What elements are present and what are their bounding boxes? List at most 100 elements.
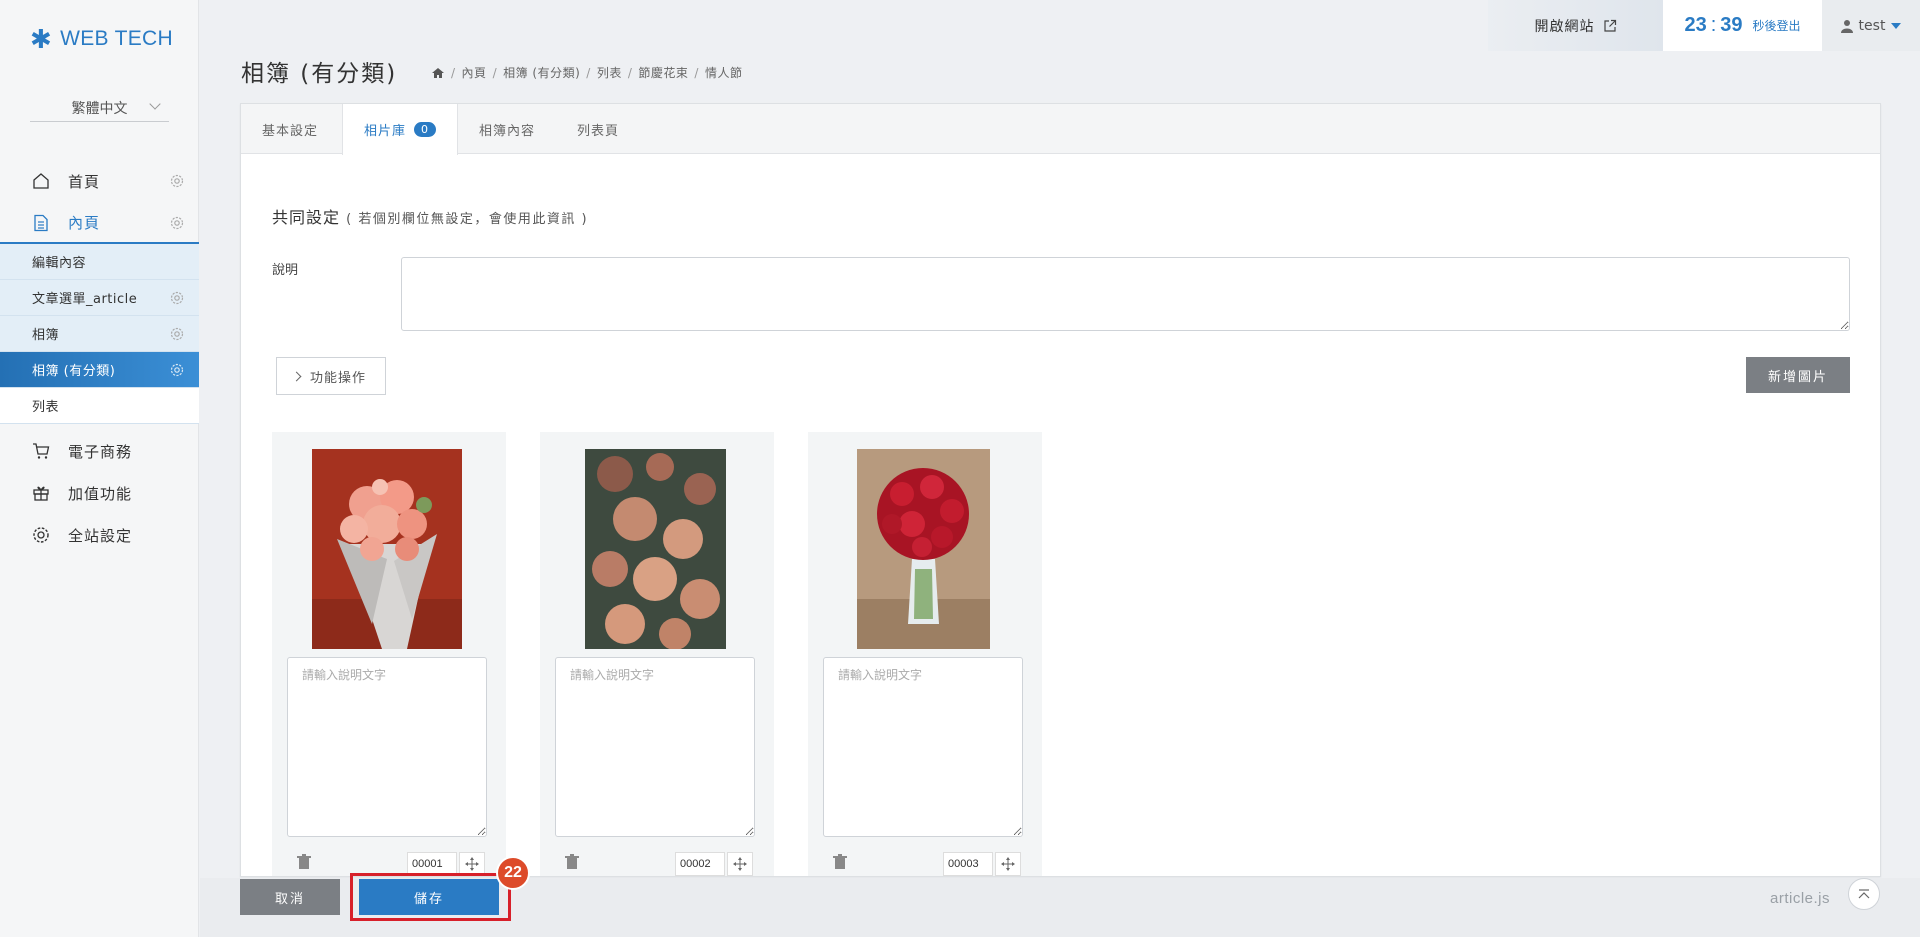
photo-caption-input[interactable] — [823, 657, 1023, 837]
gear-icon[interactable] — [169, 215, 185, 231]
trash-icon[interactable] — [833, 854, 847, 870]
external-link-icon — [1603, 19, 1616, 32]
tab-basic-settings[interactable]: 基本設定 — [241, 104, 339, 154]
sidebar-subitem-label: 相簿 (有分類) — [32, 364, 116, 379]
move-arrows-icon — [733, 857, 747, 871]
open-site-link[interactable]: 開啟網站 — [1488, 0, 1663, 51]
section-note: ( 若個別欄位無設定，會使用此資訊 ) — [346, 212, 589, 227]
chevron-down-icon — [149, 98, 161, 110]
move-arrows-icon — [1001, 857, 1015, 871]
top-bar: 開啟網站 23 : 39 秒後登出 test — [1488, 0, 1920, 51]
logo[interactable]: ✱ WEB TECH — [30, 26, 173, 52]
section-heading: 共同設定 — [272, 208, 341, 227]
breadcrumb-separator: / — [627, 65, 633, 80]
description-textarea[interactable] — [401, 257, 1850, 331]
scroll-to-top-button[interactable] — [1848, 878, 1880, 910]
gear-icon[interactable] — [169, 173, 185, 189]
user-menu[interactable]: test — [1822, 0, 1920, 51]
language-selected: 繁體中文 — [71, 100, 128, 117]
sidebar-item-ecommerce[interactable]: 電子商務 — [0, 430, 199, 472]
timer-minutes: 23 — [1684, 14, 1707, 36]
tab-photo-library[interactable]: 相片庫 0 — [342, 104, 459, 155]
gift-icon — [33, 486, 49, 501]
add-photo-button[interactable]: 新增圖片 — [1746, 357, 1850, 393]
sidebar-item-site-settings[interactable]: 全站設定 — [0, 514, 199, 556]
tab-label: 列表頁 — [577, 123, 620, 139]
cart-icon — [33, 443, 50, 459]
breadcrumb-item[interactable]: 節慶花束 — [638, 64, 688, 81]
home-icon — [33, 173, 49, 189]
sidebar-item-label: 加值功能 — [68, 484, 133, 503]
breadcrumb-item[interactable]: 列表 — [597, 64, 622, 81]
tab-bar: 基本設定 相片庫 0 相簿內容 列表頁 — [241, 104, 1880, 155]
sidebar-item-home[interactable]: 首頁 — [0, 160, 199, 202]
description-label: 說明 — [272, 263, 299, 278]
tab-album-content[interactable]: 相簿內容 — [458, 104, 556, 154]
tab-list-page[interactable]: 列表頁 — [556, 104, 640, 154]
main-card: 基本設定 相片庫 0 相簿內容 列表頁 共同設定 ( 若個別欄位無設定，會使用此… — [240, 103, 1881, 877]
sidebar-subitem-label: 文章選單_article — [32, 292, 138, 307]
breadcrumb-item[interactable]: 相簿 (有分類) — [503, 64, 580, 81]
sidebar: ✱ WEB TECH 繁體中文 首頁 內頁 編輯內容 文章選單_article … — [0, 0, 199, 937]
gear-icon[interactable] — [169, 290, 185, 306]
cancel-button[interactable]: 取消 — [240, 879, 340, 915]
gear-icon — [33, 527, 49, 543]
sidebar-subitem-edit-content[interactable]: 編輯內容 — [0, 244, 199, 280]
sidebar-item-label: 全站設定 — [68, 526, 133, 545]
photo-thumbnail-peach-roses[interactable] — [585, 449, 726, 649]
language-select[interactable]: 繁體中文 — [30, 94, 169, 122]
function-operations-label: 功能操作 — [310, 370, 367, 386]
sidebar-item-label: 首頁 — [68, 172, 101, 191]
photo-thumbnail-red-roses[interactable] — [857, 449, 990, 649]
tab-label: 相片庫 — [364, 124, 407, 139]
chevron-up-icon — [1858, 889, 1870, 899]
common-settings-title: 共同設定 ( 若個別欄位無設定，會使用此資訊 ) — [272, 204, 588, 228]
breadcrumb-item-current: 情人節 — [704, 66, 743, 80]
gear-icon[interactable] — [169, 326, 185, 342]
timer-suffix: 秒後登出 — [1752, 19, 1801, 33]
photo-tools — [555, 852, 755, 876]
user-name: test — [1858, 17, 1886, 34]
step-number-badge: 22 — [496, 856, 530, 890]
sidebar-item-value-added[interactable]: 加值功能 — [0, 472, 199, 514]
script-filename: article.js — [1769, 890, 1830, 907]
breadcrumb-separator: / — [492, 65, 498, 80]
photo-thumbnail-pink-bouquet[interactable] — [312, 449, 462, 649]
timer-seconds: 39 — [1720, 14, 1743, 36]
sort-order-input[interactable] — [675, 852, 725, 876]
sidebar-nav: 首頁 內頁 編輯內容 文章選單_article 相簿 相簿 (有分類) 列表 電… — [0, 160, 199, 556]
photo-card — [272, 432, 506, 876]
user-icon — [1840, 19, 1853, 33]
breadcrumb-item[interactable]: 內頁 — [462, 64, 487, 81]
bottom-action-bar: 取消 儲存 22 article.js — [200, 856, 1920, 937]
trash-icon[interactable] — [565, 854, 579, 870]
sidebar-subitem-article-menu[interactable]: 文章選單_article — [0, 280, 199, 316]
sidebar-subitem-label: 編輯內容 — [32, 256, 87, 271]
count-badge: 0 — [414, 122, 437, 137]
sidebar-subitem-album-categorized[interactable]: 相簿 (有分類) — [0, 352, 199, 388]
breadcrumb-separator: / — [451, 65, 456, 80]
sidebar-item-label: 電子商務 — [68, 442, 133, 461]
home-icon[interactable] — [431, 67, 445, 79]
page-title: 相簿 (有分類) — [241, 61, 398, 87]
breadcrumb: / 內頁 / 相簿 (有分類) / 列表 / 節慶花束 / 情人節 — [431, 64, 742, 81]
drag-handle[interactable] — [995, 852, 1021, 876]
photo-card — [540, 432, 774, 876]
photo-caption-input[interactable] — [287, 657, 487, 837]
tab-label: 基本設定 — [262, 123, 319, 139]
chevron-right-icon — [291, 371, 302, 381]
timer-colon: : — [1710, 14, 1717, 36]
sidebar-subitem-album[interactable]: 相簿 — [0, 316, 199, 352]
drag-handle[interactable] — [727, 852, 753, 876]
photo-caption-input[interactable] — [555, 657, 755, 837]
sidebar-item-inner-page[interactable]: 內頁 — [0, 202, 199, 244]
move-arrows-icon — [465, 857, 479, 871]
function-operations-button[interactable]: 功能操作 — [276, 357, 386, 395]
gear-icon[interactable] — [169, 362, 185, 378]
trash-icon[interactable] — [297, 854, 311, 870]
brand-name: WEB TECH — [60, 27, 173, 50]
sidebar-item-label: 內頁 — [68, 213, 101, 232]
sidebar-subitem-list[interactable]: 列表 — [0, 388, 199, 424]
sort-order-input[interactable] — [943, 852, 993, 876]
tab-label: 相簿內容 — [479, 123, 536, 139]
